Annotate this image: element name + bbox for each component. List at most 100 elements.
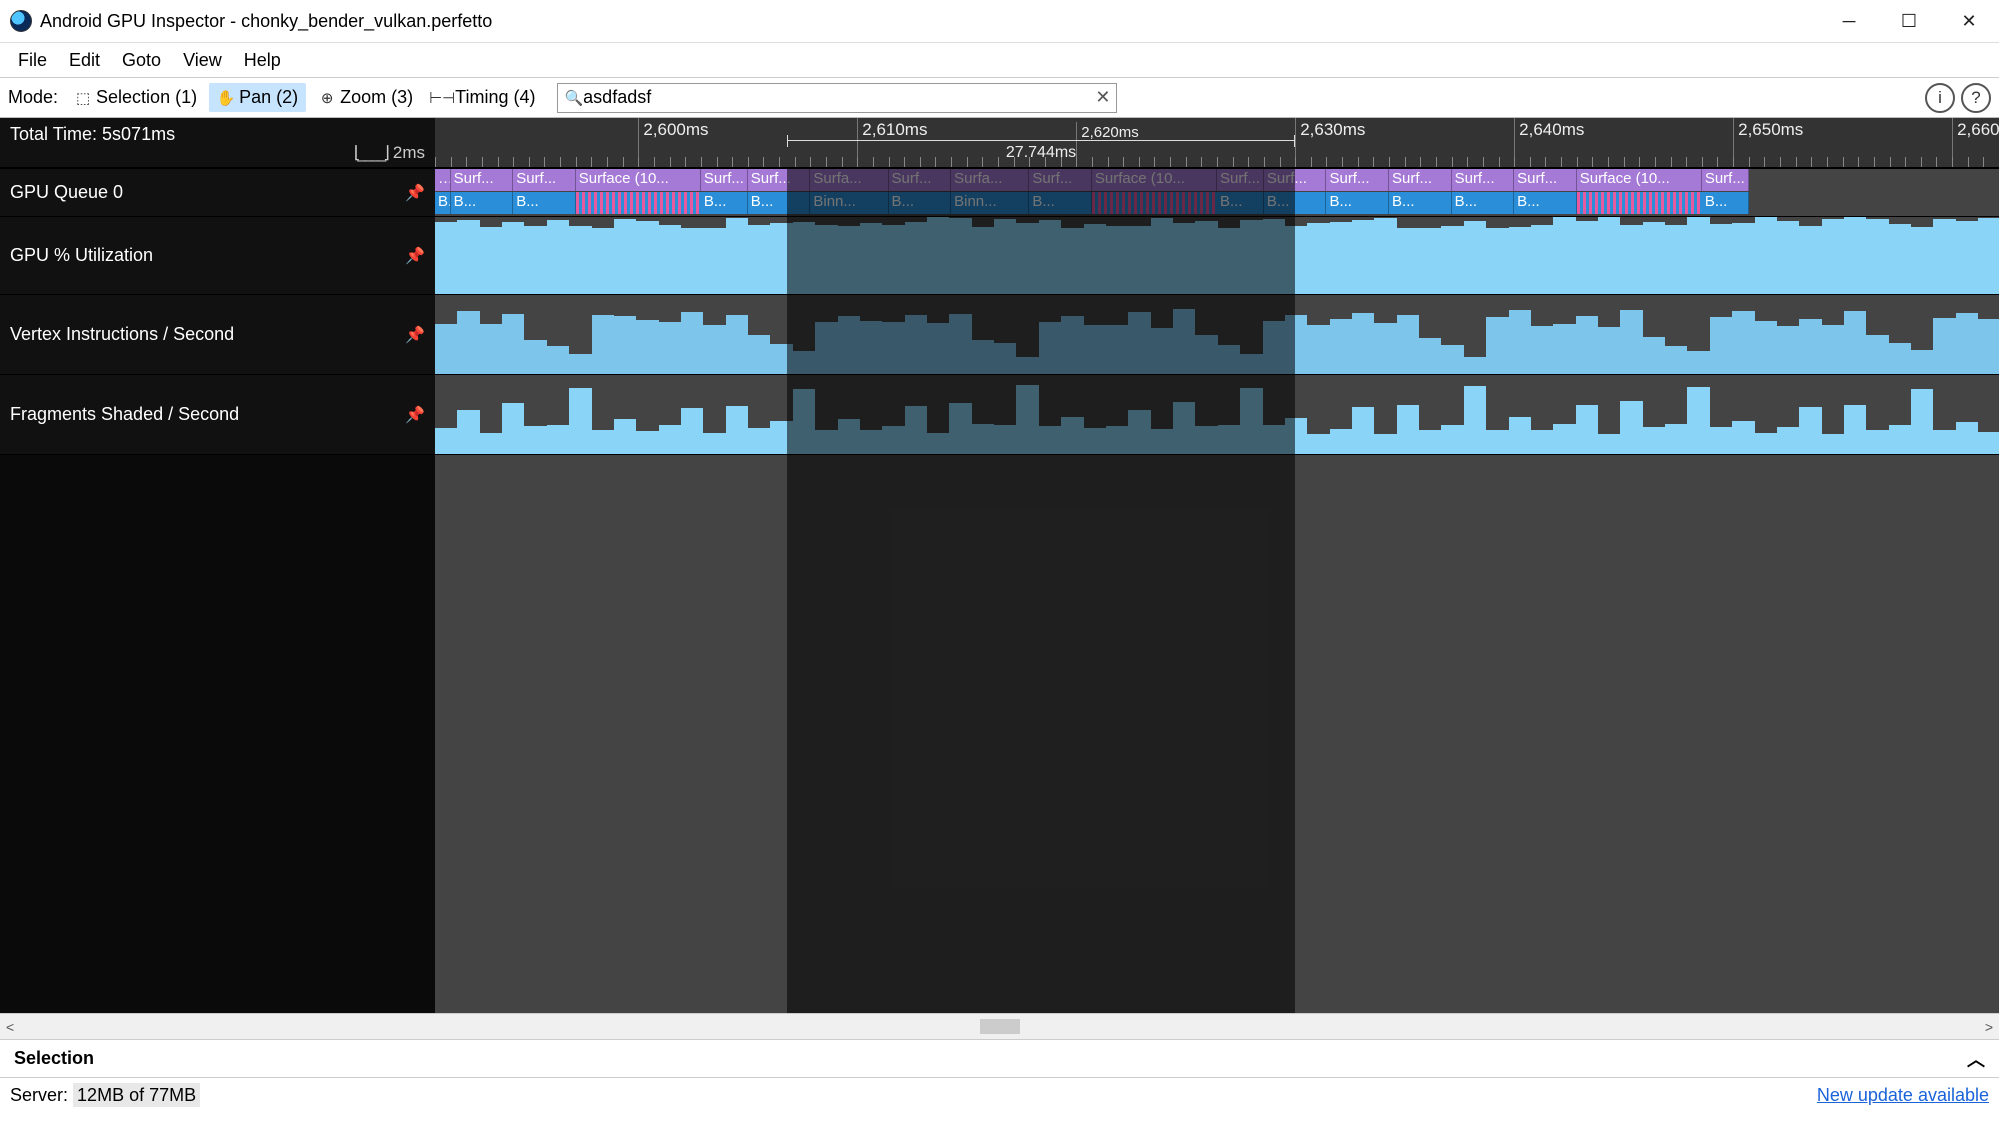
- track-content-vertex[interactable]: [435, 295, 1999, 374]
- binning-block[interactable]: [1577, 192, 1702, 214]
- mode-bar: Mode: ⬚ Selection (1) ✋ Pan (2) ⊕ Zoom (…: [0, 78, 1999, 118]
- surface-block[interactable]: Surf...: [748, 169, 811, 191]
- surface-block[interactable]: Surf...: [1029, 169, 1092, 191]
- search-icon: 🔍: [564, 89, 583, 107]
- binning-block[interactable]: [576, 192, 701, 214]
- track-gpu-queue: GPU Queue 0 📌 …B...Surf...B...Surf...B..…: [0, 168, 1999, 216]
- mode-label: Mode:: [8, 87, 58, 108]
- surface-block[interactable]: Surf...: [1702, 169, 1749, 191]
- horizontal-scrollbar[interactable]: < >: [0, 1013, 1999, 1039]
- binning-block[interactable]: Binn...: [951, 192, 1029, 214]
- binning-block[interactable]: [1092, 192, 1217, 214]
- pan-icon: ✋: [217, 89, 235, 107]
- mode-zoom[interactable]: ⊕ Zoom (3): [310, 83, 421, 112]
- zoom-icon: ⊕: [318, 89, 336, 107]
- binning-block[interactable]: B...: [1217, 192, 1264, 214]
- surface-block[interactable]: Surf...: [1217, 169, 1264, 191]
- surface-block[interactable]: Surf...: [451, 169, 514, 191]
- track-content-gpu-util[interactable]: [435, 217, 1999, 294]
- ruler[interactable]: 2,600ms 2,610ms 2,620ms 2,630ms 2,640ms …: [435, 118, 1999, 167]
- track-vertex: Vertex Instructions / Second 📌: [0, 294, 1999, 374]
- pin-icon[interactable]: 📌: [405, 246, 425, 266]
- binning-block[interactable]: B...: [513, 192, 576, 214]
- menu-help[interactable]: Help: [234, 46, 291, 75]
- menu-file[interactable]: File: [8, 46, 57, 75]
- binning-block[interactable]: B...: [1029, 192, 1092, 214]
- track-gpu-util: GPU % Utilization 📌: [0, 216, 1999, 294]
- binning-block[interactable]: B...: [435, 192, 451, 214]
- track-label-fragments: Fragments Shaded / Second: [10, 404, 239, 425]
- binning-block[interactable]: B...: [451, 192, 514, 214]
- scroll-right[interactable]: >: [1985, 1019, 1993, 1035]
- timeline-area[interactable]: Total Time: 5s071ms ⌊____⌋ 2ms 2,600ms 2…: [0, 118, 1999, 1013]
- scroll-thumb[interactable]: [980, 1019, 1020, 1034]
- pin-icon[interactable]: 📌: [405, 183, 425, 203]
- mode-timing[interactable]: ⊢⊣ Timing (4): [425, 83, 543, 112]
- ruler-row: Total Time: 5s071ms ⌊____⌋ 2ms 2,600ms 2…: [0, 118, 1999, 168]
- menu-view[interactable]: View: [173, 46, 232, 75]
- app-icon: [10, 10, 32, 32]
- binning-block[interactable]: B...: [748, 192, 811, 214]
- binning-block[interactable]: B...: [1389, 192, 1452, 214]
- info-icon[interactable]: i: [1925, 83, 1955, 113]
- selection-icon: ⬚: [74, 89, 92, 107]
- mode-selection[interactable]: ⬚ Selection (1): [66, 83, 205, 112]
- search-box[interactable]: 🔍 ✕: [557, 83, 1117, 113]
- scroll-left[interactable]: <: [6, 1019, 14, 1035]
- search-input[interactable]: [583, 87, 1095, 108]
- binning-block[interactable]: Binn...: [810, 192, 888, 214]
- track-label-vertex: Vertex Instructions / Second: [10, 324, 234, 345]
- scale-label: 2ms: [393, 143, 425, 163]
- track-label-gpu-util: GPU % Utilization: [10, 245, 153, 266]
- surface-block[interactable]: Surf...: [1452, 169, 1515, 191]
- surface-block[interactable]: Surf...: [513, 169, 576, 191]
- binning-block[interactable]: B...: [1514, 192, 1577, 214]
- binning-block[interactable]: B...: [1702, 192, 1749, 214]
- surface-block[interactable]: Surfa...: [951, 169, 1029, 191]
- help-icon[interactable]: ?: [1961, 83, 1991, 113]
- surface-block[interactable]: Surf...: [701, 169, 748, 191]
- binning-block[interactable]: B...: [889, 192, 952, 214]
- surface-block[interactable]: Surfa...: [810, 169, 888, 191]
- mode-pan[interactable]: ✋ Pan (2): [209, 83, 306, 112]
- minimize-button[interactable]: ─: [1819, 0, 1879, 42]
- binning-block[interactable]: B...: [701, 192, 748, 214]
- range-label: 27.744ms: [1006, 144, 1076, 162]
- surface-block[interactable]: Surf...: [1389, 169, 1452, 191]
- maximize-button[interactable]: ☐: [1879, 0, 1939, 42]
- title-bar: Android GPU Inspector - chonky_bender_vu…: [0, 0, 1999, 43]
- status-bar: Server: 12MB of 77MB New update availabl…: [0, 1077, 1999, 1113]
- surface-block[interactable]: Surface (10...: [1577, 169, 1702, 191]
- pin-icon[interactable]: 📌: [405, 325, 425, 345]
- track-content-gpu-queue[interactable]: …B...Surf...B...Surf...B...Surface (10..…: [435, 169, 1999, 216]
- status-memory: 12MB of 77MB: [73, 1083, 200, 1107]
- surface-block[interactable]: …: [435, 169, 451, 191]
- track-empty: [0, 454, 1999, 1013]
- total-time: Total Time: 5s071ms: [10, 124, 175, 145]
- surface-block[interactable]: Surf...: [1326, 169, 1389, 191]
- update-link[interactable]: New update available: [1817, 1085, 1989, 1106]
- track-content-fragments[interactable]: [435, 375, 1999, 454]
- binning-block[interactable]: B...: [1264, 192, 1327, 214]
- surface-block[interactable]: Surface (10...: [1092, 169, 1217, 191]
- selection-label: Selection: [14, 1048, 94, 1069]
- binning-block[interactable]: B...: [1326, 192, 1389, 214]
- close-button[interactable]: ✕: [1939, 0, 1999, 42]
- timing-icon: ⊢⊣: [433, 89, 451, 107]
- surface-block[interactable]: Surf...: [1514, 169, 1577, 191]
- clear-icon[interactable]: ✕: [1095, 87, 1110, 108]
- pin-icon[interactable]: 📌: [405, 405, 425, 425]
- binning-block[interactable]: B...: [1452, 192, 1515, 214]
- menu-goto[interactable]: Goto: [112, 46, 171, 75]
- window-title: Android GPU Inspector - chonky_bender_vu…: [40, 11, 492, 32]
- status-server-label: Server:: [10, 1085, 68, 1105]
- selection-panel[interactable]: Selection ︿: [0, 1039, 1999, 1077]
- surface-block[interactable]: Surface (10...: [576, 169, 701, 191]
- track-label-gpu-queue: GPU Queue 0: [10, 182, 123, 203]
- surface-block[interactable]: Surf...: [1264, 169, 1327, 191]
- menu-bar: File Edit Goto View Help: [0, 43, 1999, 78]
- scale-bracket: ⌊____⌋: [354, 143, 387, 163]
- menu-edit[interactable]: Edit: [59, 46, 110, 75]
- surface-block[interactable]: Surf...: [889, 169, 952, 191]
- chevron-up-icon[interactable]: ︿: [1967, 1046, 1985, 1072]
